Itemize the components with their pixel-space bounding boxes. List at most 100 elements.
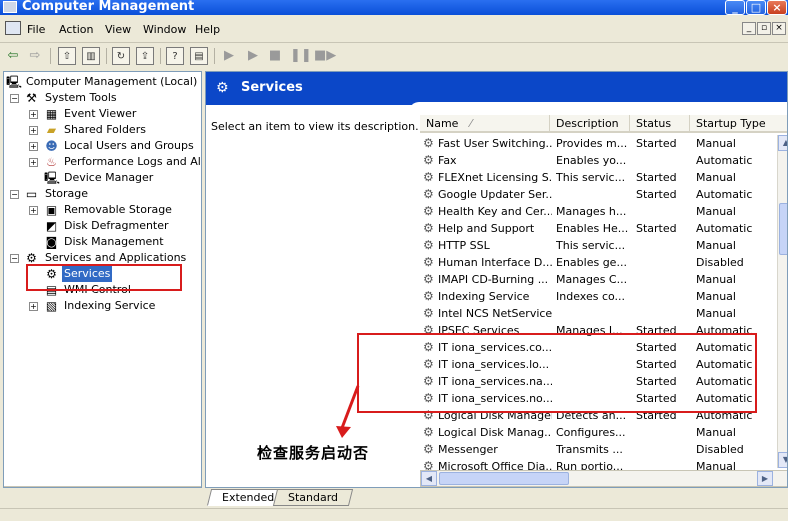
service-name-cell: Indexing Service	[438, 290, 530, 303]
service-status-cell: Started	[636, 222, 677, 235]
scroll-thumb[interactable]	[439, 472, 569, 485]
column-header-description[interactable]: Description	[550, 115, 630, 133]
window-title-bar[interactable]: Computer Management _ □ ×	[0, 0, 788, 15]
tree-item-label: Indexing Service	[64, 299, 156, 312]
child-close-button[interactable]: ×	[772, 22, 786, 35]
stop-icon[interactable]: ■	[266, 47, 284, 65]
service-description-cell: Enables He...	[556, 222, 629, 235]
child-minimize-button[interactable]: _	[742, 22, 756, 35]
list-horizontal-scrollbar[interactable]: ◀ ▶	[420, 470, 787, 487]
service-description-cell: Provides m...	[556, 137, 628, 150]
scroll-up-icon[interactable]: ▲	[778, 135, 787, 151]
help-icon[interactable]: ?	[166, 47, 184, 65]
tab-standard[interactable]: Standard	[272, 489, 354, 506]
collapse-icon[interactable]: −	[10, 94, 19, 103]
expand-icon[interactable]: +	[29, 158, 38, 167]
properties-icon[interactable]: ▤	[190, 47, 208, 65]
service-name-cell: Google Updater Ser...	[438, 188, 552, 201]
table-row[interactable]: ⚙ Messenger Transmits ... Disabled	[420, 441, 780, 458]
expand-icon[interactable]: +	[29, 302, 38, 311]
list-vertical-scrollbar[interactable]: ▲ ▼	[777, 135, 787, 468]
up-folder-icon[interactable]: ⇧	[58, 47, 76, 65]
annotation-box-iona-services	[357, 333, 757, 413]
table-row[interactable]: ⚙ FLEXnet Licensing S... This servic... Sta…	[420, 169, 780, 186]
expand-icon[interactable]: +	[29, 206, 38, 215]
tree-item-label: Local Users and Groups	[64, 139, 194, 152]
table-row[interactable]: ⚙ Human Interface D... Enables ge... Disabl…	[420, 254, 780, 271]
menu-window[interactable]: Window	[143, 23, 186, 36]
tree-item-label: Event Viewer	[64, 107, 137, 120]
service-description-cell: This servic...	[556, 239, 626, 252]
table-row[interactable]: ⚙ Health Key and Cer... Manages h... Manual	[420, 203, 780, 220]
table-row[interactable]: ⚙ Google Updater Ser... Started Automatic	[420, 186, 780, 203]
minimize-button[interactable]: _	[725, 0, 745, 15]
stop-service-icon[interactable]: ▶	[244, 47, 262, 65]
service-gear-icon: ⚙	[423, 255, 434, 269]
computer-management-app-icon	[3, 1, 17, 13]
back-arrow-icon[interactable]: ⇦	[4, 47, 22, 65]
tree-item-label: Removable Storage	[64, 203, 172, 216]
service-startup-type-cell: Manual	[696, 205, 736, 218]
service-description-cell: Manages C...	[556, 273, 628, 286]
tree-horizontal-scrollbar[interactable]: ◀ ▶	[4, 486, 201, 488]
refresh-icon[interactable]: ↻	[112, 47, 130, 65]
table-row[interactable]: ⚙ Indexing Service Indexes co... Manual	[420, 288, 780, 305]
table-row[interactable]: ⚙ Fax Enables yo... Automatic	[420, 152, 780, 169]
table-row[interactable]: ⚙ HTTP SSL This servic... Manual	[420, 237, 780, 254]
expand-icon[interactable]: +	[29, 126, 38, 135]
scroll-left-icon[interactable]: ◀	[421, 471, 437, 486]
menu-action[interactable]: Action	[59, 23, 93, 36]
mmc-window-icon[interactable]	[5, 21, 21, 35]
service-gear-icon: ⚙	[423, 170, 434, 184]
service-name-cell: IMAPI CD-Burning ...	[438, 273, 549, 286]
menu-view[interactable]: View	[105, 23, 131, 36]
defrag-icon: ◩	[45, 219, 58, 233]
service-description-cell: Manages h...	[556, 205, 627, 218]
expand-icon[interactable]: +	[29, 110, 38, 119]
table-row[interactable]: ⚙ IMAPI CD-Burning ... Manages C... Manual	[420, 271, 780, 288]
menu-help[interactable]: Help	[195, 23, 220, 36]
toolbar-separator	[160, 48, 161, 64]
collapse-icon[interactable]: −	[10, 190, 19, 199]
service-status-cell: Started	[636, 188, 677, 201]
expand-icon[interactable]: +	[29, 142, 38, 151]
tree-item-label: System Tools	[45, 91, 117, 104]
removable-storage-icon: ▣	[45, 203, 58, 217]
service-gear-icon: ⚙	[423, 187, 434, 201]
service-startup-type-cell: Manual	[696, 137, 736, 150]
scroll-right-icon[interactable]: ▶	[184, 487, 200, 488]
menu-file[interactable]: File	[27, 23, 45, 36]
start-service-icon[interactable]: ▶	[220, 47, 238, 65]
scroll-thumb[interactable]	[779, 203, 787, 255]
collapse-icon[interactable]: −	[10, 254, 19, 263]
close-button[interactable]: ×	[767, 0, 787, 15]
column-header-status[interactable]: Status	[630, 115, 690, 133]
tree-item-label: Disk Management	[64, 235, 164, 248]
scroll-left-icon[interactable]: ◀	[5, 487, 21, 488]
forward-arrow-icon[interactable]: ⇨	[26, 47, 44, 65]
export-list-icon[interactable]: ⇪	[136, 47, 154, 65]
tree-item-label: Performance Logs and Alerts	[64, 155, 201, 168]
pause-service-icon[interactable]: ❚❚	[290, 47, 312, 65]
scroll-down-icon[interactable]: ▼	[778, 452, 787, 468]
column-header-startup-type[interactable]: Startup Type	[690, 115, 787, 133]
table-row[interactable]: ⚙ Help and Support Enables He... Started Aut…	[420, 220, 780, 237]
show-hide-tree-icon[interactable]: ▥	[82, 47, 100, 65]
restart-service-icon[interactable]: ■▶	[314, 47, 336, 65]
performance-icon: ♨	[46, 155, 57, 169]
table-row[interactable]: ⚙ Intel NCS NetService Manual	[420, 305, 780, 322]
service-gear-icon: ⚙	[423, 221, 434, 235]
service-name-cell: Messenger	[438, 443, 498, 456]
maximize-button[interactable]: □	[746, 0, 766, 15]
event-viewer-icon: ▦	[45, 107, 58, 121]
scroll-right-icon[interactable]: ▶	[757, 471, 773, 486]
indexing-icon: ▧	[45, 299, 58, 313]
table-row[interactable]: ⚙ Logical Disk Manag... Configures... Manua…	[420, 424, 780, 441]
tree-item-label: Disk Defragmenter	[64, 219, 169, 232]
service-gear-icon: ⚙	[423, 136, 434, 150]
column-header-name[interactable]: Name ⁄	[420, 115, 550, 133]
computer-icon: 🖳	[6, 75, 23, 89]
details-pane: ⚙ Services Select an item to view its de…	[205, 71, 788, 488]
table-row[interactable]: ⚙ Fast User Switching... Provides m... Star…	[420, 135, 780, 152]
child-restore-button[interactable]: ▫	[757, 22, 771, 35]
